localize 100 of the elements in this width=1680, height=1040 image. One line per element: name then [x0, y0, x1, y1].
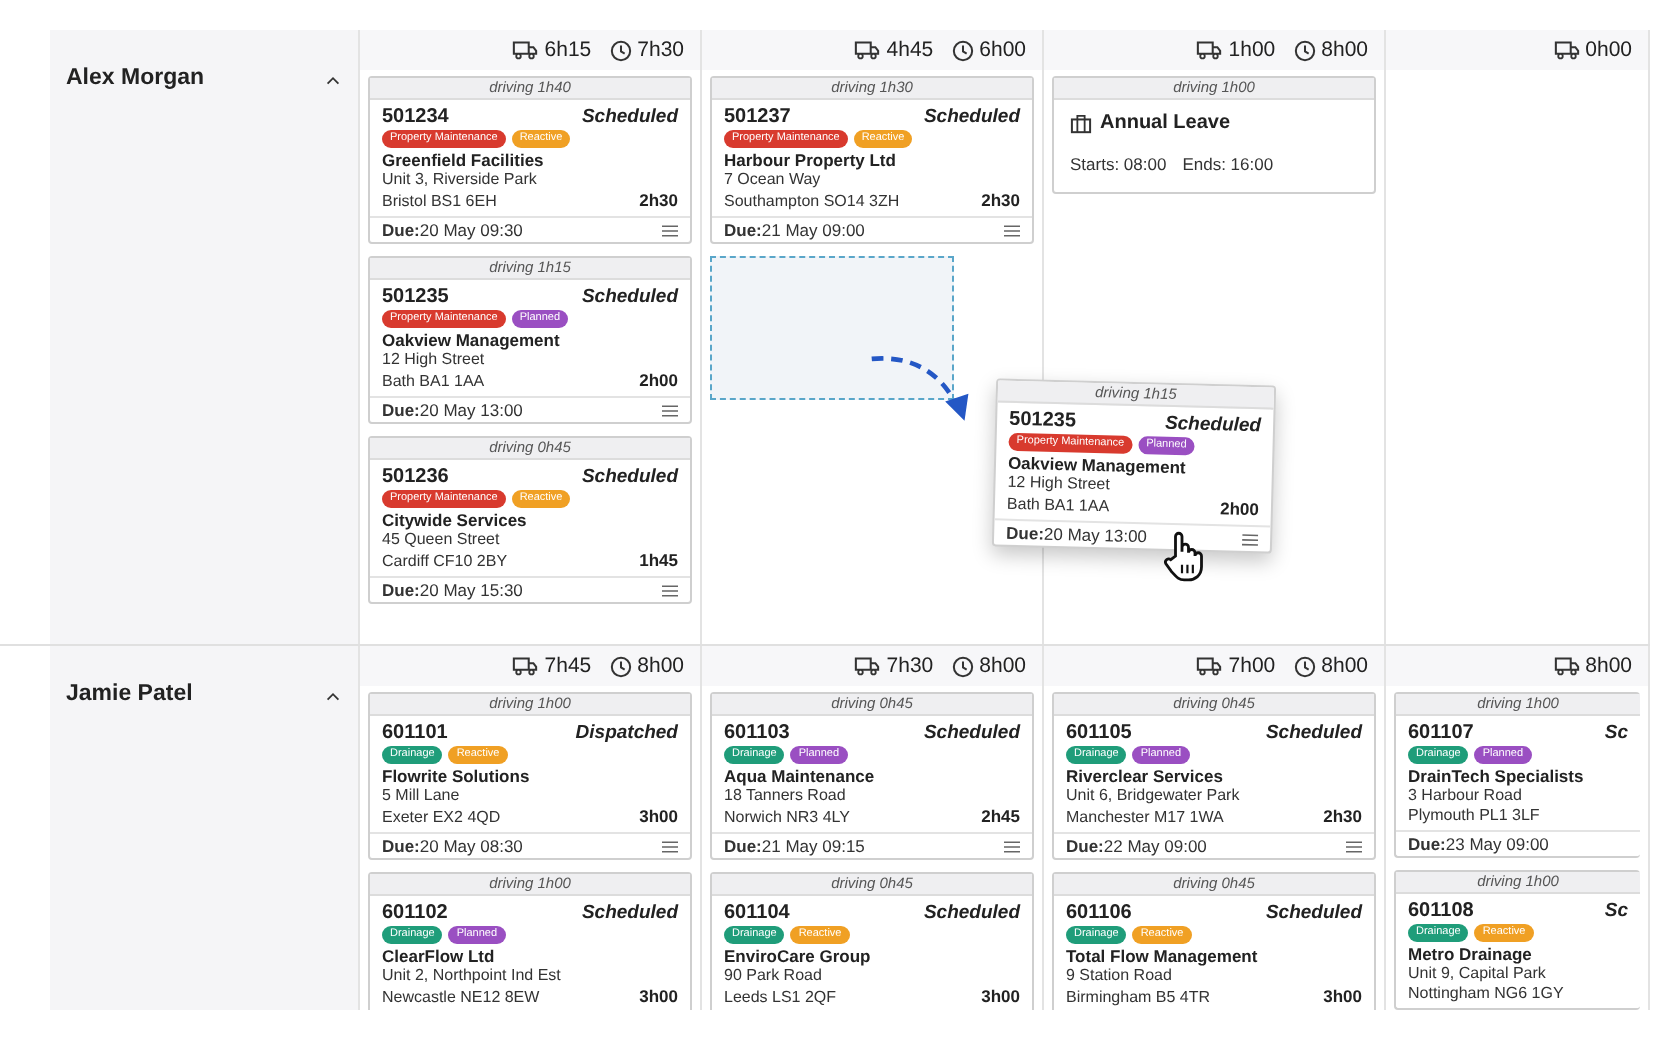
- address-line: Plymouth PL1 3LF: [1408, 806, 1540, 826]
- client-name: Metro Drainage: [1408, 944, 1534, 964]
- job-status: Dispatched: [575, 724, 678, 744]
- job-number: 601108: [1408, 900, 1474, 922]
- client-name: Aqua Maintenance: [724, 766, 877, 786]
- menu-icon[interactable]: [1004, 839, 1020, 853]
- address-line: Bath BA1 1AA: [1006, 494, 1110, 518]
- due-date: Due:21 May 09:00: [724, 220, 865, 240]
- job-status: Sc: [1604, 724, 1628, 744]
- job-status: Scheduled: [581, 904, 678, 924]
- job-number: 601105: [1066, 722, 1132, 744]
- address-line: Southampton SO14 3ZH: [724, 192, 900, 212]
- job-number: 501235: [1008, 408, 1077, 433]
- job-duration: 2h30: [1323, 806, 1362, 826]
- truck-icon: [512, 40, 539, 60]
- job-duration: 2h30: [639, 190, 678, 210]
- client-name: Total Flow Management: [1066, 946, 1260, 966]
- job-number: 501236: [382, 466, 449, 488]
- working-hours: 8h00: [1321, 38, 1368, 62]
- client-name: DrainTech Specialists: [1408, 766, 1586, 786]
- job-status: Sc: [1604, 902, 1628, 922]
- address-line: 90 Park Road: [724, 966, 822, 986]
- address-line: Exeter EX2 4QD: [382, 808, 501, 828]
- start-time: Starts: 08:00: [1070, 152, 1167, 176]
- job-duration: 3h00: [1323, 986, 1362, 1006]
- menu-icon[interactable]: [1241, 531, 1259, 547]
- address-line: 5 Mill Lane: [382, 786, 460, 806]
- job-number: 601103: [724, 722, 790, 744]
- address-line: Cardiff CF10 2BY: [382, 552, 508, 572]
- truck-icon: [854, 40, 881, 60]
- end-time: Ends: 16:00: [1182, 152, 1274, 176]
- truck-icon: [1553, 40, 1580, 60]
- clock-icon: [951, 655, 974, 677]
- clock-icon: [609, 655, 632, 677]
- address-line: Unit 6, Bridgewater Park: [1066, 786, 1240, 806]
- job-number: 601102: [382, 902, 448, 924]
- leave-title: Annual Leave: [1100, 112, 1231, 136]
- address-line: 45 Queen Street: [382, 530, 500, 550]
- driving-total: 1h00: [1228, 38, 1276, 62]
- job-duration: 3h00: [981, 986, 1020, 1006]
- driving-total: 0h00: [1585, 38, 1632, 62]
- address-line: Manchester M17 1WA: [1066, 808, 1224, 828]
- working-hours: 8h00: [637, 654, 684, 678]
- chevron-up-icon[interactable]: [324, 690, 342, 702]
- job-status: Scheduled: [1164, 414, 1262, 438]
- client-name: Oakview Management: [382, 330, 562, 350]
- client-name: Flowrite Solutions: [382, 766, 532, 786]
- client-name: EnviroCare Group: [724, 946, 873, 966]
- job-duration: 2h00: [639, 370, 678, 390]
- due-date: Due:20 May 15:30: [382, 580, 523, 600]
- due-date: Due:20 May 09:30: [382, 220, 523, 240]
- address-line: Leeds LS1 2QF: [724, 988, 837, 1008]
- hand-cursor-icon: [1160, 530, 1204, 582]
- address-line: Nottingham NG6 1GY: [1408, 984, 1564, 1004]
- address-line: Birmingham B5 4TR: [1066, 988, 1211, 1008]
- job-status: Scheduled: [581, 468, 678, 488]
- driving-total: 7h00: [1228, 654, 1276, 678]
- working-hours: 7h30: [637, 38, 684, 62]
- truck-icon: [512, 656, 539, 676]
- job-duration: 1h45: [639, 550, 678, 570]
- briefcase-icon: [1070, 114, 1092, 134]
- resource-name: Alex Morgan: [66, 66, 205, 90]
- menu-icon[interactable]: [662, 223, 678, 237]
- address-line: 9 Station Road: [1066, 966, 1172, 986]
- address-line: 12 High Street: [382, 350, 485, 370]
- truck-icon: [854, 656, 881, 676]
- due-date: Due:23 May 09:00: [1408, 834, 1549, 854]
- job-duration: 3h00: [639, 806, 678, 826]
- resource-name: Jamie Patel: [66, 682, 193, 706]
- job-number: 601107: [1408, 722, 1474, 744]
- job-duration: 3h00: [639, 986, 678, 1006]
- due-date: Due:22 May 09:00: [1066, 836, 1207, 856]
- client-name: Riverclear Services: [1066, 766, 1225, 786]
- job-status: Scheduled: [1265, 904, 1362, 924]
- job-duration: 2h45: [981, 806, 1020, 826]
- job-status: Scheduled: [923, 724, 1020, 744]
- job-duration: 2h00: [1219, 498, 1260, 520]
- menu-icon[interactable]: [662, 583, 678, 597]
- driving-total: 7h30: [886, 654, 934, 678]
- job-status: Scheduled: [581, 108, 678, 128]
- address-line: 18 Tanners Road: [724, 786, 846, 806]
- due-date: Due:20 May 08:30: [382, 836, 523, 856]
- address-line: 12 High Street: [1007, 472, 1111, 496]
- menu-icon[interactable]: [662, 403, 678, 417]
- clock-icon: [951, 39, 974, 61]
- clock-icon: [1293, 655, 1316, 677]
- chevron-up-icon[interactable]: [324, 74, 342, 86]
- job-number: 501237: [724, 106, 791, 128]
- due-date: Due:20 May 13:00: [382, 400, 523, 420]
- menu-icon[interactable]: [662, 839, 678, 853]
- job-duration: 2h30: [981, 190, 1020, 210]
- address-line: Newcastle NE12 8EW: [382, 988, 540, 1008]
- job-status: Scheduled: [923, 904, 1020, 924]
- working-hours: 8h00: [979, 654, 1026, 678]
- truck-icon: [1196, 40, 1223, 60]
- job-status: Scheduled: [923, 108, 1020, 128]
- menu-icon[interactable]: [1004, 223, 1020, 237]
- menu-icon[interactable]: [1346, 839, 1362, 853]
- truck-icon: [1196, 656, 1223, 676]
- working-hours: 6h00: [979, 38, 1026, 62]
